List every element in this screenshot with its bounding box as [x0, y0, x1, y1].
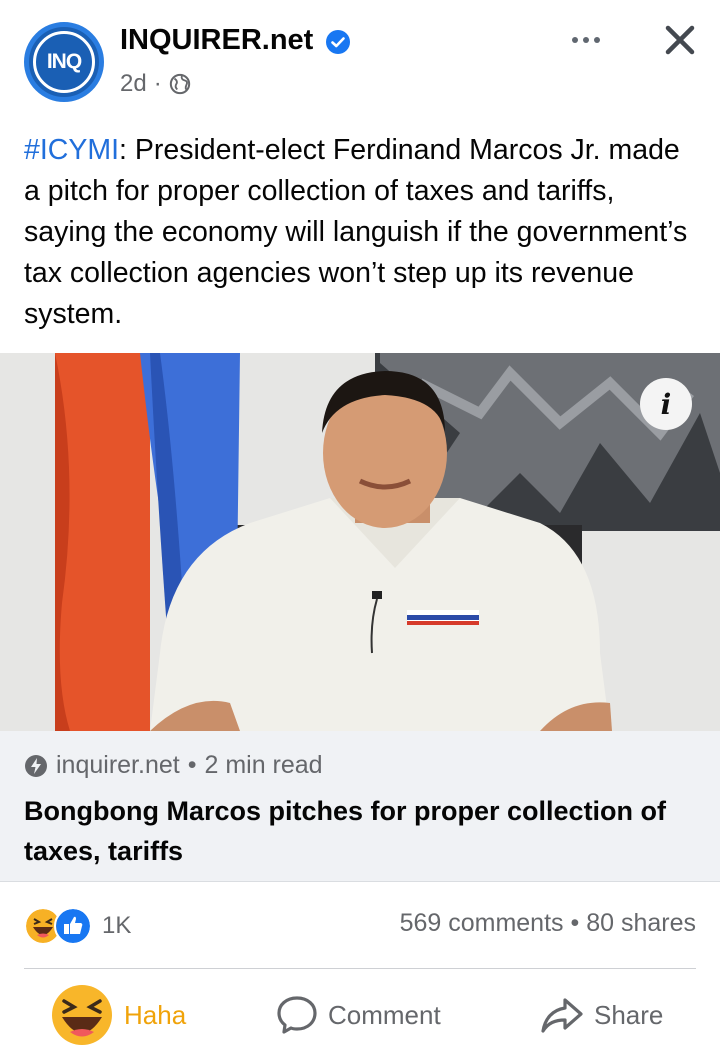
meta-separator: · [153, 70, 162, 97]
avatar-logo-text: INQ [33, 31, 95, 93]
share-button[interactable]: Share [540, 975, 663, 1055]
read-time: 2 min read [204, 751, 323, 779]
post-meta: 2d · [120, 70, 191, 98]
post-header: INQ INQUIRER.net 2d · [0, 0, 720, 110]
post-text: #ICYMI: President-elect Ferdinand Marcos… [24, 130, 696, 335]
domain-separator: • [187, 751, 197, 779]
info-icon[interactable]: i [640, 378, 692, 430]
comment-label: Comment [328, 999, 441, 1030]
action-bar: Haha Comment Share [0, 975, 720, 1059]
actions-divider [24, 968, 696, 969]
comments-count[interactable]: 569 comments [400, 909, 564, 937]
post-stats: 1K 569 comments • 80 shares [0, 895, 720, 955]
reactions-summary[interactable]: 1K [24, 907, 131, 945]
page-name[interactable]: INQUIRER.net [120, 24, 313, 57]
more-options-button[interactable] [566, 20, 606, 60]
comment-button[interactable]: Comment [276, 975, 441, 1055]
share-icon [541, 998, 583, 1033]
share-label: Share [594, 999, 664, 1030]
globe-icon [169, 73, 190, 95]
hashtag-link[interactable]: #ICYMI [24, 134, 119, 166]
preview-photo [0, 353, 720, 731]
link-domain-row: inquirer.net • 2 min read [24, 751, 323, 780]
page-avatar[interactable]: INQ [24, 22, 104, 102]
haha-reaction-icon [52, 985, 112, 1045]
link-domain: inquirer.net [56, 751, 180, 779]
more-dot [594, 37, 600, 43]
verified-badge-icon [326, 30, 350, 54]
haha-button[interactable]: Haha [50, 975, 186, 1055]
close-icon[interactable] [660, 20, 700, 60]
link-domain-icon [25, 754, 47, 777]
like-reaction-icon [54, 907, 92, 945]
more-dot [583, 37, 589, 43]
counts-separator: • [570, 909, 580, 937]
reaction-count: 1K [102, 912, 132, 939]
link-preview-image[interactable] [0, 353, 720, 731]
comment-icon [277, 996, 317, 1034]
link-card[interactable]: inquirer.net • 2 min read Bongbong Marco… [0, 731, 720, 882]
post-time[interactable]: 2d [120, 70, 147, 98]
more-dot [572, 37, 578, 43]
haha-label: Haha [124, 999, 187, 1030]
shares-count[interactable]: 80 shares [586, 909, 696, 937]
engagement-counts: 569 comments • 80 shares [400, 909, 696, 938]
link-headline[interactable]: Bongbong Marcos pitches for proper colle… [24, 791, 704, 871]
post-body-text: : President-elect Ferdinand Marcos Jr. m… [24, 134, 688, 330]
